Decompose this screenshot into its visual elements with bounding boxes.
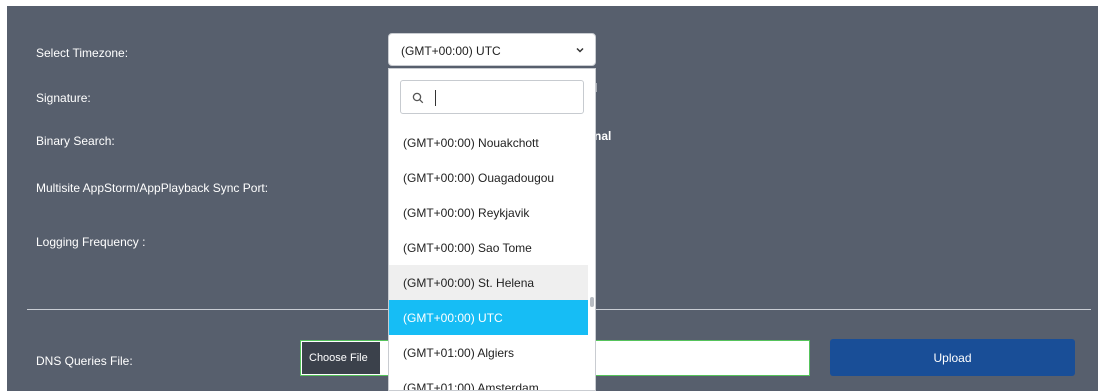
- timezone-option[interactable]: (GMT+00:00) Nouakchott: [389, 125, 588, 160]
- timezone-option-selected[interactable]: (GMT+00:00) UTC: [389, 300, 588, 335]
- timezone-option[interactable]: (GMT+00:00) Sao Tome: [389, 230, 588, 265]
- binary-search-value-partial: nal: [594, 129, 612, 143]
- timezone-select[interactable]: (GMT+00:00) UTC: [388, 33, 596, 66]
- text-caret: [435, 90, 436, 106]
- timezone-option[interactable]: (GMT+00:00) Reykjavik: [389, 195, 588, 230]
- dropdown-scrollbar[interactable]: [590, 297, 594, 307]
- timezone-option[interactable]: (GMT+01:00) Amsterdam: [389, 370, 588, 390]
- timezone-option[interactable]: (GMT+00:00) Ouagadougou: [389, 160, 588, 195]
- settings-panel: Select Timezone: Signature: Binary Searc…: [7, 6, 1098, 391]
- timezone-selected-value: (GMT+00:00) UTC: [401, 44, 501, 58]
- logging-frequency-label: Logging Frequency :: [36, 235, 146, 249]
- search-icon: [412, 92, 424, 104]
- binary-search-label: Binary Search:: [36, 134, 115, 148]
- chevron-down-icon: [576, 47, 584, 53]
- signature-label: Signature:: [36, 91, 91, 105]
- upload-button[interactable]: Upload: [830, 339, 1075, 376]
- timezone-option[interactable]: (GMT+01:00) Algiers: [389, 335, 588, 370]
- timezone-dropdown: (GMT+00:00) Nouakchott (GMT+00:00) Ouaga…: [388, 68, 596, 391]
- sync-port-label: Multisite AppStorm/AppPlayback Sync Port…: [36, 181, 269, 195]
- timezone-search-input[interactable]: [400, 80, 584, 114]
- timezone-label: Select Timezone:: [36, 46, 129, 60]
- choose-file-button[interactable]: Choose File: [302, 342, 380, 374]
- timezone-options: (GMT+00:00) Nouakchott (GMT+00:00) Ouaga…: [389, 125, 588, 390]
- dns-queries-label: DNS Queries File:: [36, 354, 133, 368]
- timezone-option-hovered[interactable]: (GMT+00:00) St. Helena: [389, 265, 588, 300]
